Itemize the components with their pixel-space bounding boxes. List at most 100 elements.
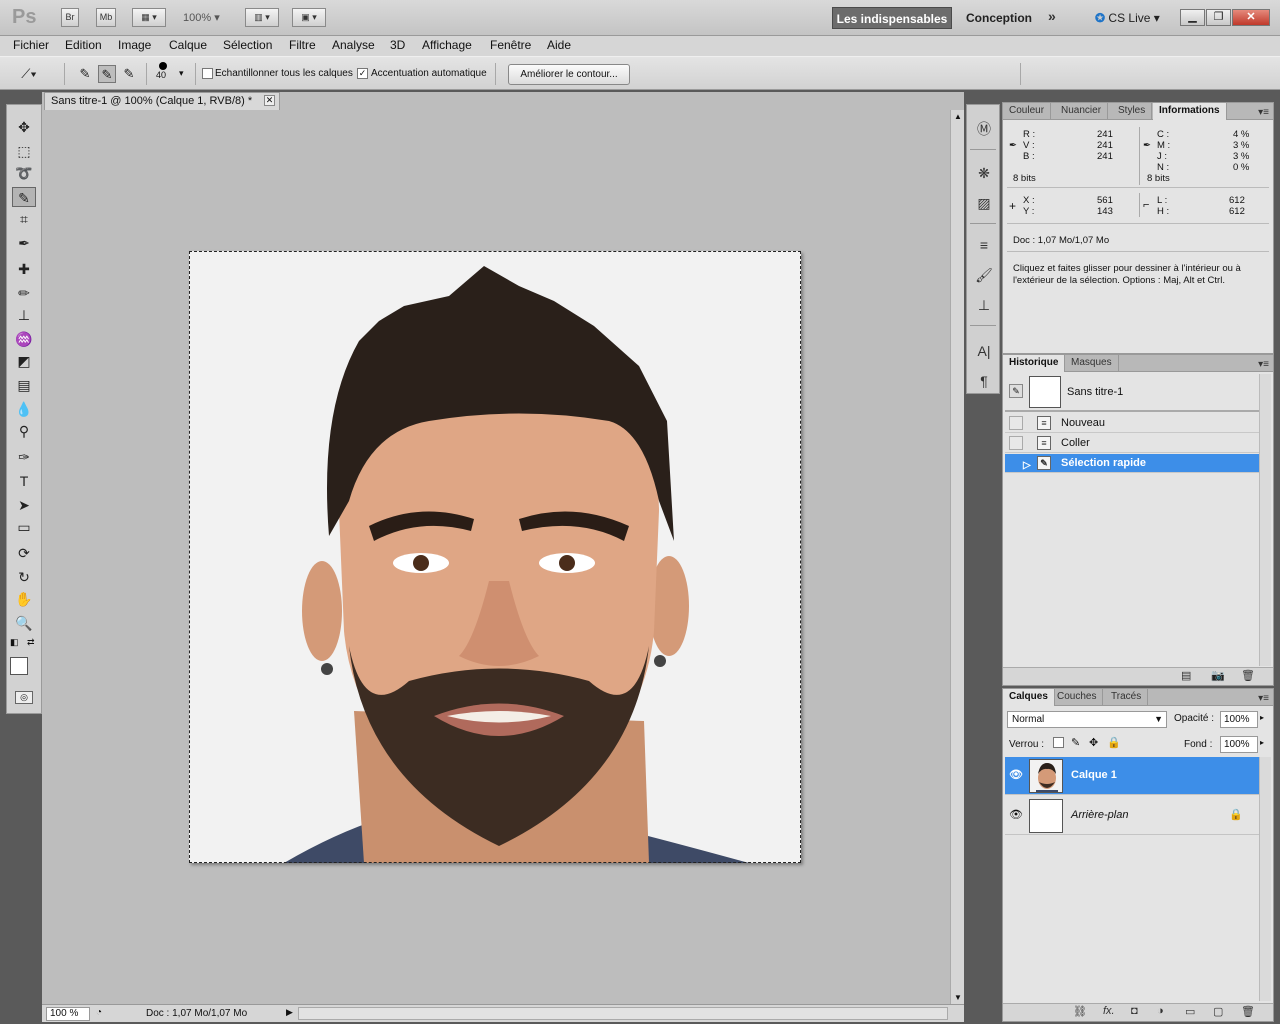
- mini-bridge-panel-icon[interactable]: Ⓜ: [974, 119, 994, 139]
- 3d-orbit-tool-icon[interactable]: ↻: [12, 567, 36, 587]
- panel-menu-icon[interactable]: ▾≡: [1258, 691, 1269, 708]
- menu-calque[interactable]: Calque: [169, 38, 207, 52]
- 3d-rotate-tool-icon[interactable]: ⟳: [12, 543, 36, 563]
- auto-enhance-checkbox[interactable]: ✓: [357, 68, 368, 79]
- tab-historique[interactable]: Historique: [1003, 355, 1066, 372]
- marquee-tool-icon[interactable]: ⬚: [12, 141, 36, 161]
- tab-styles[interactable]: Styles: [1112, 103, 1153, 120]
- brush-panel-icon[interactable]: 🖌: [974, 265, 994, 285]
- new-selection-mode-icon[interactable]: ✎: [76, 65, 94, 83]
- scroll-down-icon[interactable]: ▼: [954, 993, 962, 1002]
- screen-mode-button[interactable]: ▣ ▾: [292, 8, 326, 27]
- new-document-from-state-icon[interactable]: ▤: [1181, 669, 1191, 682]
- blend-mode-select[interactable]: Normal ▼: [1007, 711, 1167, 728]
- opacity-slider-arrow-icon[interactable]: ▸: [1260, 713, 1264, 722]
- history-state-coller[interactable]: ≡ Coller: [1005, 434, 1259, 453]
- navigator-panel-icon[interactable]: ▨: [974, 193, 994, 213]
- tab-traces[interactable]: Tracés: [1105, 689, 1149, 706]
- scroll-up-icon[interactable]: ▲: [954, 112, 962, 121]
- zoom-field[interactable]: 100 %: [46, 1007, 90, 1021]
- sample-all-layers-checkbox[interactable]: [202, 68, 213, 79]
- new-snapshot-icon[interactable]: 📷: [1211, 669, 1225, 682]
- adjustments-panel-icon[interactable]: ≡: [974, 235, 994, 255]
- foreground-color-swatch[interactable]: [10, 657, 28, 675]
- more-workspaces-icon[interactable]: »: [1048, 8, 1056, 24]
- workspace-design-button[interactable]: Conception: [966, 11, 1032, 25]
- add-to-selection-mode-icon[interactable]: ✎: [98, 65, 116, 83]
- close-document-icon[interactable]: ✕: [264, 95, 275, 106]
- tab-couches[interactable]: Couches: [1051, 689, 1104, 706]
- maximize-button[interactable]: ❐: [1206, 9, 1231, 26]
- lasso-tool-icon[interactable]: ➰: [12, 163, 36, 183]
- subtract-selection-mode-icon[interactable]: ✎: [120, 65, 138, 83]
- default-colors-icon[interactable]: ◧: [10, 637, 19, 648]
- history-snapshot-row[interactable]: ✎ Sans titre-1: [1005, 374, 1259, 412]
- delete-state-icon[interactable]: 🗑: [1241, 669, 1255, 682]
- menu-aide[interactable]: Aide: [547, 38, 571, 52]
- menu-analyse[interactable]: Analyse: [332, 38, 375, 52]
- history-state-selection-rapide[interactable]: ▷ ✎ Sélection rapide: [1005, 454, 1259, 473]
- layer-style-fx-icon[interactable]: fx.: [1103, 1005, 1115, 1017]
- tab-masques[interactable]: Masques: [1065, 355, 1119, 372]
- brush-tool-icon[interactable]: ✏: [12, 283, 36, 303]
- eyedropper-tool-icon[interactable]: ✒: [12, 233, 36, 253]
- view-extras-button[interactable]: ▦ ▾: [132, 8, 166, 27]
- shape-tool-icon[interactable]: ▭: [12, 517, 36, 537]
- fill-slider-arrow-icon[interactable]: ▸: [1260, 738, 1264, 747]
- character-panel-icon[interactable]: A|: [974, 341, 994, 361]
- tab-nuancier[interactable]: Nuancier: [1055, 103, 1109, 120]
- menu-filtre[interactable]: Filtre: [289, 38, 316, 52]
- zoom-tool-icon[interactable]: 🔍: [12, 613, 36, 633]
- cs-live-menu[interactable]: ✪ CS Live ▾: [1095, 11, 1160, 25]
- vertical-scrollbar[interactable]: ▲ ▼: [950, 110, 964, 1004]
- gradient-tool-icon[interactable]: ▤: [12, 375, 36, 395]
- link-layers-icon[interactable]: ⛓: [1073, 1005, 1087, 1018]
- healing-brush-tool-icon[interactable]: ✚: [12, 259, 36, 279]
- type-tool-icon[interactable]: T: [12, 471, 36, 491]
- menu-edition[interactable]: Edition: [65, 38, 102, 52]
- status-preview-icon[interactable]: ◔: [96, 1007, 102, 1018]
- clone-source-panel-icon[interactable]: ⊥: [974, 295, 994, 315]
- quick-mask-icon[interactable]: ◎: [15, 691, 33, 704]
- hand-tool-icon[interactable]: ✋: [12, 589, 36, 609]
- mini-bridge-button[interactable]: Mb: [96, 8, 116, 27]
- document-tab[interactable]: Sans titre-1 @ 100% (Calque 1, RVB/8) * …: [44, 92, 280, 110]
- history-source-box[interactable]: [1009, 416, 1023, 430]
- history-state-nouveau[interactable]: ≡ Nouveau: [1005, 414, 1259, 433]
- history-brush-tool-icon[interactable]: ♒: [12, 329, 36, 349]
- delete-layer-icon[interactable]: 🗑: [1241, 1005, 1255, 1018]
- menu-selection[interactable]: Sélection: [223, 38, 272, 52]
- visibility-eye-icon[interactable]: 👁: [1008, 768, 1024, 782]
- refine-edge-button[interactable]: Améliorer le contour...: [508, 64, 630, 85]
- path-selection-tool-icon[interactable]: ➤: [12, 495, 36, 515]
- arrange-documents-button[interactable]: ▥ ▾: [245, 8, 279, 27]
- menu-affichage[interactable]: Affichage: [422, 38, 472, 52]
- adjustment-layer-icon[interactable]: ◑: [1157, 1005, 1164, 1017]
- menu-3d[interactable]: 3D: [390, 38, 405, 52]
- tab-couleur[interactable]: Couleur: [1003, 103, 1052, 120]
- add-mask-icon[interactable]: ◘: [1131, 1005, 1138, 1017]
- status-menu-arrow-icon[interactable]: ▶: [286, 1007, 293, 1018]
- eraser-tool-icon[interactable]: ◩: [12, 351, 36, 371]
- lock-image-icon[interactable]: ✎: [1071, 736, 1080, 749]
- tab-calques[interactable]: Calques: [1003, 689, 1055, 706]
- brush-picker[interactable]: 40: [156, 62, 167, 80]
- panel-menu-icon[interactable]: ▾≡: [1258, 105, 1269, 122]
- menu-image[interactable]: Image: [118, 38, 151, 52]
- quick-selection-tool-icon[interactable]: ✎: [12, 187, 36, 207]
- zoom-level-dropdown[interactable]: 100% ▾: [183, 11, 220, 24]
- menu-fichier[interactable]: Fichier: [13, 38, 49, 52]
- layer-row-calque-1[interactable]: 👁 Calque 1: [1005, 757, 1259, 795]
- pen-tool-icon[interactable]: ✑: [12, 447, 36, 467]
- clone-stamp-tool-icon[interactable]: ⊥: [12, 305, 36, 325]
- history-scrollbar[interactable]: [1259, 374, 1271, 666]
- menu-fenetre[interactable]: Fenêtre: [490, 38, 531, 52]
- panel-menu-icon[interactable]: ▾≡: [1258, 357, 1269, 374]
- fill-field[interactable]: 100%: [1220, 736, 1258, 753]
- tab-informations[interactable]: Informations: [1153, 103, 1227, 120]
- blur-tool-icon[interactable]: 💧: [12, 399, 36, 419]
- visibility-eye-icon[interactable]: 👁: [1008, 808, 1024, 822]
- tool-preset-picker[interactable]: ⟋▾: [20, 65, 38, 83]
- layers-scrollbar[interactable]: [1259, 757, 1271, 1001]
- paragraph-panel-icon[interactable]: ¶: [974, 371, 994, 391]
